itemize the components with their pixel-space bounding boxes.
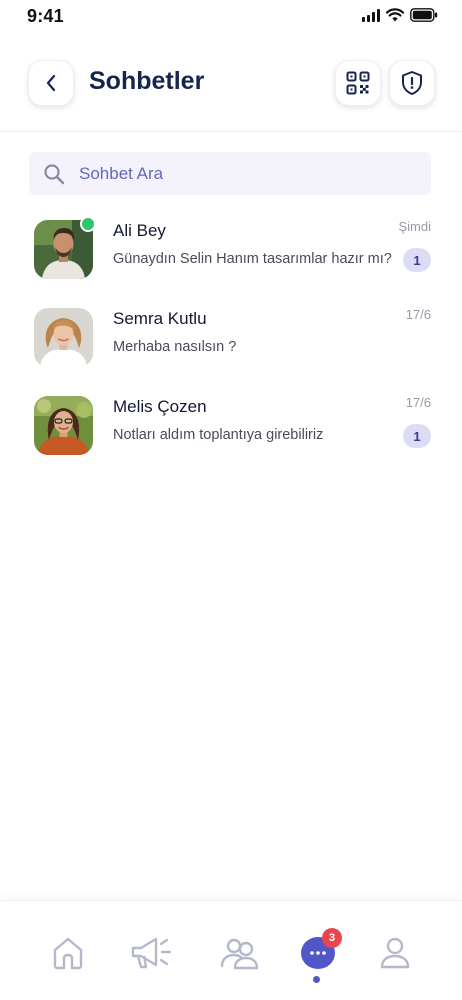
qr-code-icon — [346, 71, 370, 95]
chat-name: Ali Bey — [113, 221, 166, 240]
wifi-icon — [386, 8, 404, 22]
nav-home[interactable] — [46, 931, 90, 975]
status-icons — [362, 8, 438, 22]
chat-last-message: Merhaba nasılsın ? — [113, 339, 237, 355]
megaphone-icon — [131, 937, 172, 969]
battery-icon — [410, 8, 438, 22]
shield-button[interactable] — [389, 60, 435, 106]
back-button[interactable] — [28, 60, 74, 106]
shield-alert-icon — [402, 71, 422, 95]
active-tab-indicator — [313, 976, 320, 983]
chat-notification-badge: 3 — [322, 928, 342, 948]
chat-time: 17/6 — [405, 395, 431, 410]
chat-time: Şimdi — [398, 219, 431, 234]
chevron-left-icon — [46, 74, 56, 92]
online-status-indicator — [80, 216, 96, 232]
chat-item[interactable]: Melis Çozen Notları aldım toplantıya gir… — [0, 386, 462, 474]
group-icon — [220, 938, 259, 970]
profile-icon — [380, 937, 410, 969]
nav-profile[interactable] — [373, 931, 417, 975]
nav-announcements[interactable] — [130, 931, 174, 975]
qr-code-button[interactable] — [335, 60, 381, 106]
page-title: Sohbetler — [89, 67, 205, 95]
status-bar: 9:41 — [0, 0, 462, 34]
unread-badge: 1 — [403, 424, 431, 448]
avatar — [34, 308, 93, 367]
unread-badge: 1 — [403, 248, 431, 272]
chat-name: Melis Çozen — [113, 397, 207, 416]
chat-name: Semra Kutlu — [113, 309, 207, 328]
chat-item[interactable]: Ali Bey Günaydın Selin Hanım tasarımlar … — [0, 210, 462, 298]
chat-item[interactable]: Semra Kutlu Merhaba nasılsın ? 17/6 — [0, 298, 462, 386]
chat-last-message: Günaydın Selin Hanım tasarımlar hazır mı… — [113, 251, 392, 267]
avatar — [34, 396, 93, 455]
home-icon — [53, 937, 83, 970]
search-input[interactable] — [79, 152, 419, 195]
chat-list: Ali Bey Günaydın Selin Hanım tasarımlar … — [0, 210, 462, 474]
nav-groups[interactable] — [217, 931, 261, 975]
search-icon — [44, 164, 65, 185]
chat-last-message: Notları aldım toplantıya girebiliriz — [113, 427, 324, 443]
chat-time: 17/6 — [405, 307, 431, 322]
search-box[interactable] — [29, 152, 431, 195]
signal-icon — [362, 8, 380, 22]
header: Sohbetler — [0, 34, 462, 132]
bottom-nav — [0, 900, 462, 1000]
status-time: 9:41 — [27, 6, 64, 26]
